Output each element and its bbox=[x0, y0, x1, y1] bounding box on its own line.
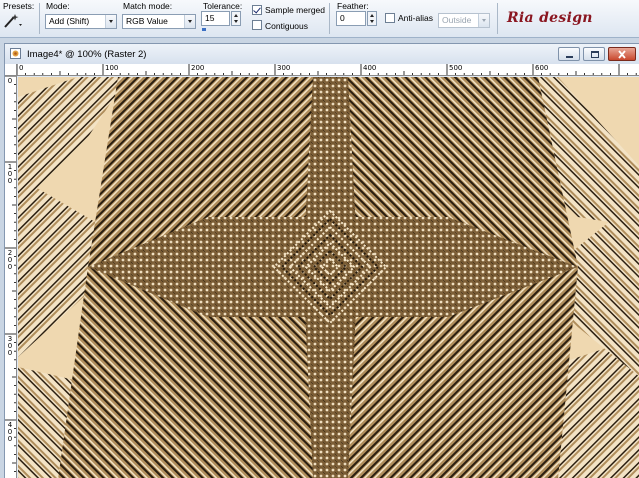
tolerance-input[interactable]: 15 bbox=[201, 11, 230, 26]
spin-up-icon bbox=[234, 14, 238, 17]
ruler-top-label: 600 bbox=[535, 64, 549, 72]
spin-down-icon bbox=[370, 20, 374, 23]
ruler-left-label: 3 0 0 bbox=[7, 335, 13, 357]
dotted-vertical-band bbox=[303, 77, 358, 478]
contiguous-label: Contiguous bbox=[265, 21, 309, 31]
chevron-down-icon bbox=[184, 15, 195, 28]
chevron-down-icon bbox=[478, 14, 489, 27]
feather-value: 0 bbox=[340, 13, 345, 23]
feather-input[interactable]: 0 bbox=[336, 11, 366, 26]
vertical-ruler[interactable]: 0 1 0 0 2 0 0 3 0 0 4 0 0 bbox=[5, 76, 17, 478]
sample-merged-label: Sample merged bbox=[265, 5, 326, 15]
ruler-top-label: 300 bbox=[277, 64, 291, 72]
toolbar-separator bbox=[329, 3, 330, 34]
ruler-top-label: 100 bbox=[105, 64, 119, 72]
minimize-button[interactable] bbox=[558, 47, 580, 61]
chevron-down-icon bbox=[105, 15, 116, 28]
tolerance-slider-indicator[interactable] bbox=[202, 28, 206, 31]
tolerance-value: 15 bbox=[205, 13, 215, 23]
spin-down-icon bbox=[234, 20, 238, 23]
ruler-left-label: 1 0 0 bbox=[7, 163, 13, 185]
document-title: Image4* @ 100% (Raster 2) bbox=[27, 49, 147, 60]
vertical-ruler-ticks bbox=[5, 76, 16, 473]
ruler-top-label: 0 bbox=[19, 64, 24, 72]
match-mode-dropdown[interactable]: RGB Value bbox=[122, 14, 196, 29]
tolerance-spinner[interactable] bbox=[231, 11, 241, 26]
canvas-artwork bbox=[18, 77, 639, 478]
restore-button[interactable] bbox=[583, 47, 605, 61]
anti-alias-checkbox[interactable] bbox=[385, 13, 395, 23]
tolerance-label: Tolerance: bbox=[203, 1, 243, 11]
ruler-left-label: 2 0 0 bbox=[7, 249, 13, 271]
presets-label: Presets: bbox=[3, 1, 35, 11]
ruler-top-label: 500 bbox=[449, 64, 463, 72]
close-button[interactable] bbox=[608, 47, 636, 61]
tool-options-toolbar: Presets: Mode: Add (Shift) Match mode: R… bbox=[0, 0, 639, 38]
ruler-top-label: 200 bbox=[191, 64, 205, 72]
ruler-top-label: 400 bbox=[363, 64, 377, 72]
document-window: Image4* @ 100% (Raster 2) 0 100 200 300 … bbox=[4, 43, 639, 478]
anti-alias-mode-value: Outside bbox=[442, 15, 472, 25]
toolbar-separator bbox=[497, 3, 498, 34]
mode-value: Add (Shift) bbox=[49, 16, 90, 26]
image-document-icon bbox=[10, 48, 21, 59]
feather-label: Feather: bbox=[337, 1, 369, 11]
ruler-left-label: 4 0 0 bbox=[7, 421, 13, 443]
toolbar-separator bbox=[39, 3, 40, 34]
ruler-corner bbox=[5, 64, 17, 76]
presets-button[interactable] bbox=[3, 13, 25, 29]
mode-label: Mode: bbox=[46, 1, 70, 11]
image-canvas[interactable] bbox=[18, 77, 639, 478]
sample-merged-checkbox[interactable] bbox=[252, 5, 262, 15]
magic-wand-icon bbox=[3, 13, 25, 29]
horizontal-ruler[interactable]: 0 100 200 300 400 500 600 bbox=[5, 64, 639, 76]
anti-alias-label: Anti-alias bbox=[398, 13, 433, 23]
document-titlebar[interactable]: Image4* @ 100% (Raster 2) bbox=[5, 44, 639, 64]
brand-watermark: Ria design bbox=[507, 10, 593, 26]
ruler-left-label: 0 bbox=[7, 77, 13, 85]
match-mode-value: RGB Value bbox=[126, 16, 168, 26]
feather-spinner[interactable] bbox=[367, 11, 377, 26]
contiguous-checkbox[interactable] bbox=[252, 20, 262, 30]
mode-dropdown[interactable]: Add (Shift) bbox=[45, 14, 117, 29]
anti-alias-mode-dropdown[interactable]: Outside bbox=[438, 13, 490, 28]
spin-up-icon bbox=[370, 14, 374, 17]
match-mode-label: Match mode: bbox=[123, 1, 173, 11]
